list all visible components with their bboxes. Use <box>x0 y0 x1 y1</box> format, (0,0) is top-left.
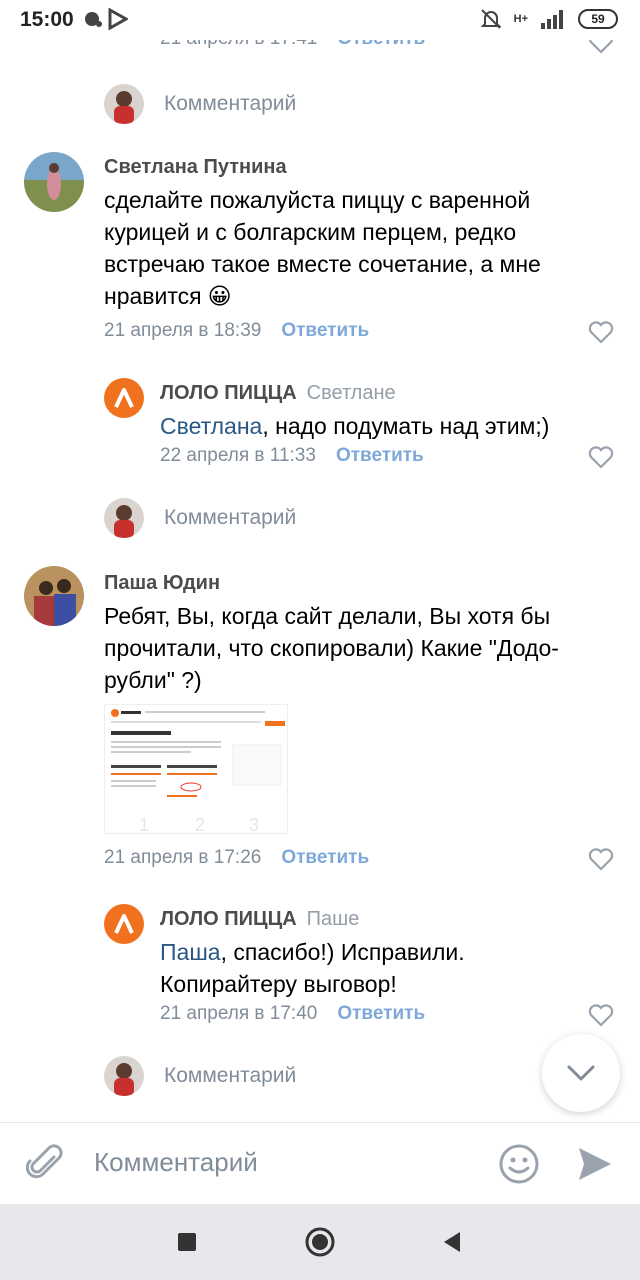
thread-reply-input[interactable]: Комментарий <box>104 84 296 124</box>
comment-meta: 21 апреля в 18:39 Ответить <box>104 320 369 342</box>
status-notification-icons <box>84 8 128 30</box>
comment-meta: 21 апреля в 17:41 Ответить <box>160 40 425 50</box>
reply-text: Паша, спасибо!) Исправили. Копирайтеру в… <box>160 939 465 997</box>
reply-meta: 22 апреля в 11:33 Ответить <box>160 445 424 467</box>
like-heart-icon[interactable] <box>588 40 614 54</box>
comment-input[interactable]: Комментарий <box>94 1147 258 1178</box>
attach-paperclip-icon[interactable] <box>26 1143 66 1185</box>
comment-text: сделайте пожалуйста пиццу с варенной кур… <box>104 187 541 309</box>
reply-to-name: Паше <box>306 908 360 930</box>
send-icon[interactable] <box>576 1143 614 1185</box>
reply-placeholder: Комментарий <box>164 506 297 529</box>
battery-indicator: 59 <box>578 9 618 29</box>
my-avatar <box>104 84 144 124</box>
like-heart-icon[interactable] <box>588 445 614 469</box>
reply-text: Светлана, надо подумать над этим;) <box>160 413 550 439</box>
mute-bell-icon <box>480 9 502 29</box>
reply-meta: 21 апреля в 17:40 Ответить <box>160 1003 425 1025</box>
thread-reply-input[interactable]: Комментарий <box>104 498 296 538</box>
scroll-down-button[interactable] <box>542 1034 620 1112</box>
mention-link[interactable]: Светлана <box>160 413 262 439</box>
svg-text:1: 1 <box>139 815 149 834</box>
grinning-emoji-icon: 😀 <box>207 283 232 309</box>
chevron-down-icon <box>567 1065 595 1081</box>
thread-reply-input[interactable]: Комментарий <box>104 1056 296 1096</box>
like-heart-icon[interactable] <box>588 847 614 871</box>
avatar[interactable] <box>24 566 84 626</box>
status-time: 15:00 <box>20 8 74 31</box>
my-avatar <box>104 498 144 538</box>
comment-text: Ребят, Вы, когда сайт делали, Вы хотя бы… <box>104 603 559 693</box>
comment-date: 21 апреля в 18:39 <box>104 320 262 341</box>
svg-text:2: 2 <box>195 815 205 834</box>
system-navigation-bar <box>0 1204 640 1280</box>
reply-to-name: Светлане <box>306 382 396 404</box>
comment-author[interactable]: Светлана Путнина <box>104 156 287 179</box>
avatar[interactable] <box>24 152 84 212</box>
attachment-image[interactable]: 1 2 3 <box>104 704 288 834</box>
brand-avatar[interactable] <box>104 904 144 944</box>
my-avatar <box>104 1056 144 1096</box>
mention-link[interactable]: Паша <box>160 939 221 965</box>
svg-text:3: 3 <box>249 815 259 834</box>
reply-link[interactable]: Ответить <box>281 320 369 342</box>
status-bar: 15:00 H+ 59 <box>0 0 640 40</box>
comment-composer: Комментарий <box>0 1122 640 1204</box>
status-right: H+ 59 <box>480 8 618 30</box>
reply-author[interactable]: ЛОЛО ПИЦЦА Светлане <box>160 382 396 405</box>
comment-date: 21 апреля в 17:26 <box>104 847 262 868</box>
comment-author[interactable]: Паша Юдин <box>104 572 220 595</box>
reply-link[interactable]: Ответить <box>281 847 369 869</box>
reply-link[interactable]: Ответить <box>337 40 425 50</box>
brand-avatar[interactable] <box>104 378 144 418</box>
lolo-logo-icon <box>114 388 134 408</box>
comment-date: 21 апреля в 17:41 <box>160 40 317 50</box>
back-triangle-icon[interactable] <box>440 1228 462 1256</box>
notification-icon <box>85 12 102 27</box>
reply-link[interactable]: Ответить <box>337 1003 425 1025</box>
reply-link[interactable]: Ответить <box>336 445 424 467</box>
reply-date: 21 апреля в 17:40 <box>160 1003 318 1024</box>
emoji-icon[interactable] <box>498 1143 540 1185</box>
play-icon <box>108 8 128 30</box>
recents-square-icon[interactable] <box>176 1228 198 1256</box>
reply-placeholder: Комментарий <box>164 1064 297 1087</box>
like-heart-icon[interactable] <box>588 1003 614 1027</box>
comments-feed[interactable]: 21 апреля в 17:41 Ответить Комментарий С… <box>0 40 640 1122</box>
reply-placeholder: Комментарий <box>164 92 297 115</box>
signal-icon <box>541 10 563 29</box>
like-heart-icon[interactable] <box>588 320 614 344</box>
lolo-logo-icon <box>114 914 134 934</box>
network-type: H+ <box>513 13 528 25</box>
home-circle-icon[interactable] <box>304 1226 336 1258</box>
reply-author[interactable]: ЛОЛО ПИЦЦА Паше <box>160 908 359 931</box>
comment-meta: 21 апреля в 17:26 Ответить <box>104 847 369 869</box>
reply-date: 22 апреля в 11:33 <box>160 445 316 466</box>
